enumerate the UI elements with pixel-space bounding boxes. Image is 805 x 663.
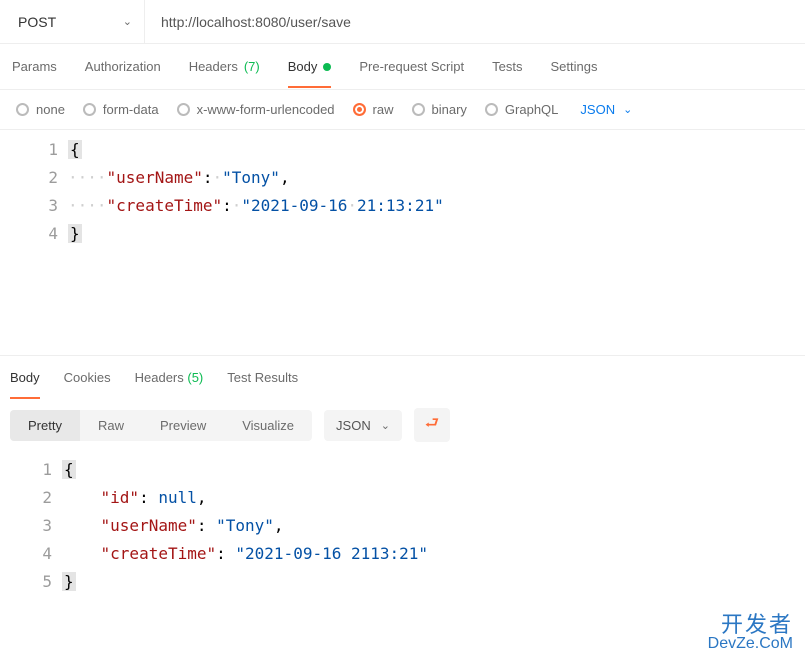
wrap-lines-button[interactable]: ⮐ [414, 408, 450, 442]
radio-icon [83, 103, 96, 116]
tab-body[interactable]: Body [288, 59, 332, 74]
resp-line-gutter: 1 2 3 4 5 [0, 450, 62, 630]
tab-tests[interactable]: Tests [492, 59, 522, 74]
radio-form-data[interactable]: form-data [83, 102, 159, 117]
response-toolbar: Pretty Raw Preview Visualize JSON ⌄ ⮐ [0, 400, 805, 450]
view-preview[interactable]: Preview [142, 410, 224, 441]
modified-dot-icon [323, 63, 331, 71]
tab-params[interactable]: Params [12, 59, 57, 74]
resp-tab-testresults[interactable]: Test Results [227, 370, 298, 397]
response-view-segment: Pretty Raw Preview Visualize [10, 410, 312, 441]
tab-settings[interactable]: Settings [550, 59, 597, 74]
radio-icon [177, 103, 190, 116]
radio-graphql[interactable]: GraphQL [485, 102, 558, 117]
watermark-en: DevZe.CoM [708, 636, 793, 653]
resp-headers-count: (5) [187, 370, 203, 385]
tab-headers[interactable]: Headers (7) [189, 59, 260, 74]
req-code: { ····"userName":·"Tony", ····"createTim… [68, 130, 805, 355]
tab-prerequest[interactable]: Pre-request Script [359, 59, 464, 74]
radio-x-www-form-urlencoded[interactable]: x-www-form-urlencoded [177, 102, 335, 117]
request-tabs: Params Authorization Headers (7) Body Pr… [0, 44, 805, 90]
req-line-gutter: 1 2 3 4 [0, 130, 68, 355]
url-input[interactable] [145, 0, 805, 43]
radio-icon [485, 103, 498, 116]
body-type-row: none form-data x-www-form-urlencoded raw… [0, 90, 805, 130]
radio-binary[interactable]: binary [412, 102, 467, 117]
http-method-value: POST [18, 14, 56, 30]
request-body-editor[interactable]: 1 2 3 4 { ····"userName":·"Tony", ····"c… [0, 130, 805, 356]
radio-raw[interactable]: raw [353, 102, 394, 117]
view-raw[interactable]: Raw [80, 410, 142, 441]
resp-tab-cookies[interactable]: Cookies [64, 370, 111, 397]
radio-none[interactable]: none [16, 102, 65, 117]
radio-icon [353, 103, 366, 116]
resp-tab-body[interactable]: Body [10, 370, 40, 397]
view-visualize[interactable]: Visualize [224, 410, 312, 441]
response-format-select[interactable]: JSON ⌄ [324, 410, 402, 441]
resp-code: { "id": null, "userName": "Tony", "creat… [62, 450, 805, 630]
tab-authorization[interactable]: Authorization [85, 59, 161, 74]
headers-count: (7) [244, 59, 260, 74]
radio-icon [16, 103, 29, 116]
raw-format-select[interactable]: JSON ⌄ [580, 102, 632, 117]
response-body-editor[interactable]: 1 2 3 4 5 { "id": null, "userName": "Ton… [0, 450, 805, 630]
view-pretty[interactable]: Pretty [10, 410, 80, 441]
chevron-down-icon: ⌄ [381, 419, 390, 432]
radio-icon [412, 103, 425, 116]
chevron-down-icon: ⌄ [623, 103, 632, 116]
response-tabs: Body Cookies Headers (5) Test Results [0, 356, 805, 400]
http-method-select[interactable]: POST ⌄ [0, 0, 145, 43]
resp-tab-headers[interactable]: Headers (5) [135, 370, 204, 397]
chevron-down-icon: ⌄ [123, 15, 132, 28]
wrap-icon: ⮐ [425, 412, 439, 439]
